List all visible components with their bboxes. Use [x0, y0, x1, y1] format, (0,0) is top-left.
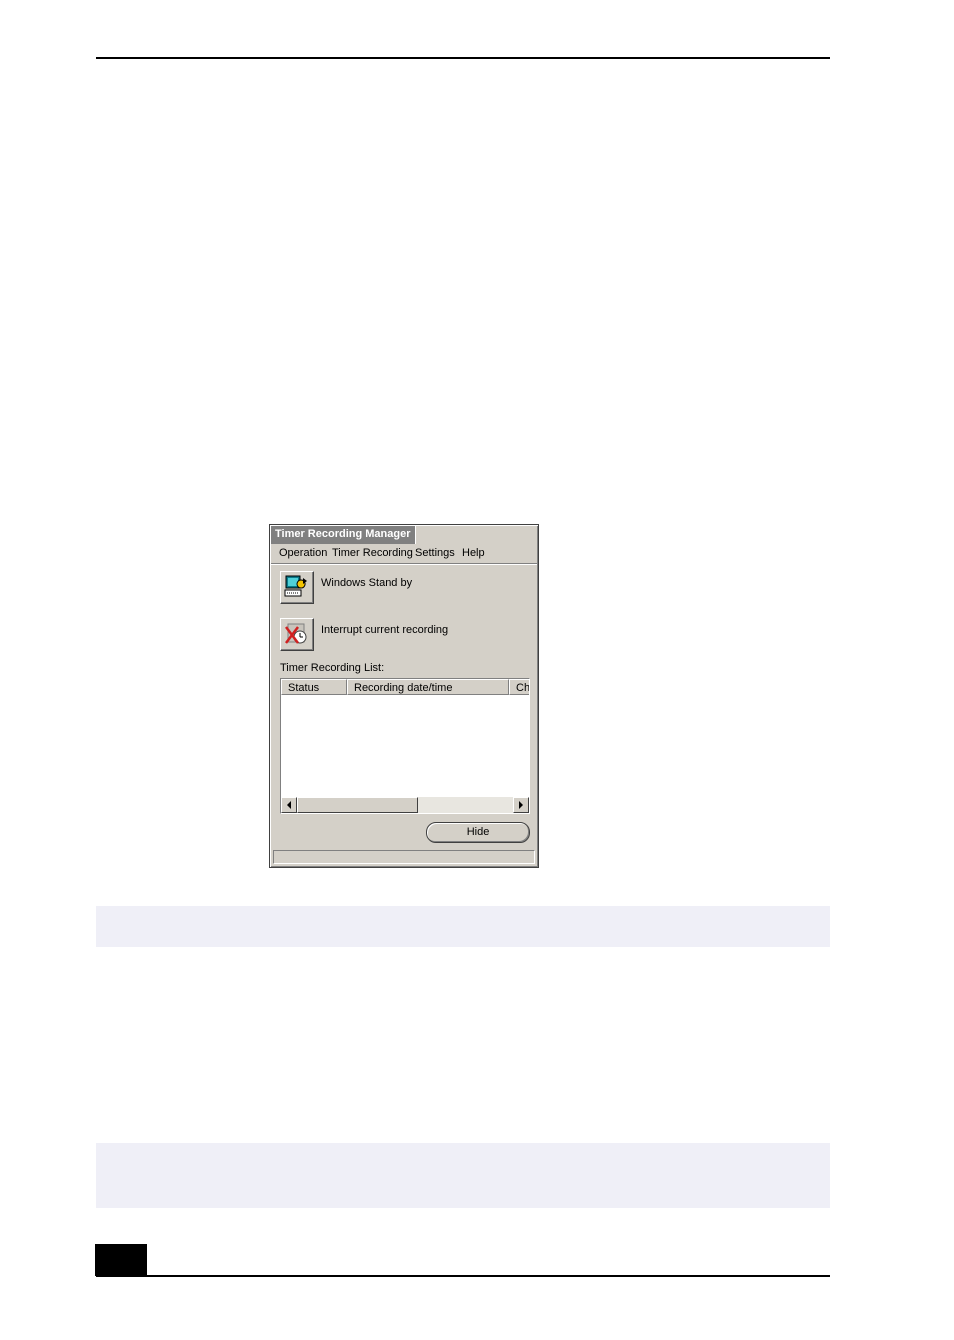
windows-standby-button[interactable]: [280, 571, 314, 604]
menu-operation[interactable]: Operation: [279, 547, 327, 559]
scroll-left-button[interactable]: [281, 797, 297, 813]
status-bar: [273, 850, 535, 864]
header-rule: [96, 57, 830, 59]
column-status[interactable]: Status: [281, 679, 347, 695]
menu-settings[interactable]: Settings: [415, 547, 455, 559]
note-box: [96, 906, 830, 947]
page-number-block: [95, 1244, 147, 1276]
scroll-thumb[interactable]: [297, 797, 418, 813]
timer-recording-list-label: Timer Recording List:: [280, 662, 385, 674]
menu-bar: Operation Timer Recording Settings Help: [271, 545, 537, 564]
title-bar[interactable]: Timer Recording Manager: [271, 526, 537, 544]
scroll-right-button[interactable]: [513, 797, 529, 813]
timer-recording-list[interactable]: Status Recording date/time Ch: [280, 678, 530, 814]
interrupt-recording-button[interactable]: [280, 618, 314, 651]
hide-button[interactable]: Hide: [426, 822, 530, 843]
window-title: Timer Recording Manager: [275, 528, 411, 540]
menu-help[interactable]: Help: [462, 547, 485, 559]
timer-recording-manager-window: Timer Recording Manager Operation Timer …: [269, 524, 539, 868]
title-tab: Timer Recording Manager: [271, 526, 416, 544]
menu-timer-recording[interactable]: Timer Recording: [332, 547, 413, 559]
horizontal-scrollbar[interactable]: [281, 797, 529, 813]
interrupt-label: Interrupt current recording: [321, 624, 449, 636]
note-box: [96, 1143, 830, 1208]
list-header: Status Recording date/time Ch: [281, 679, 529, 695]
footer-rule: [96, 1275, 830, 1277]
column-recording-datetime[interactable]: Recording date/time: [347, 679, 509, 695]
standby-label: Windows Stand by: [321, 577, 413, 589]
column-channel[interactable]: Ch: [509, 679, 529, 695]
